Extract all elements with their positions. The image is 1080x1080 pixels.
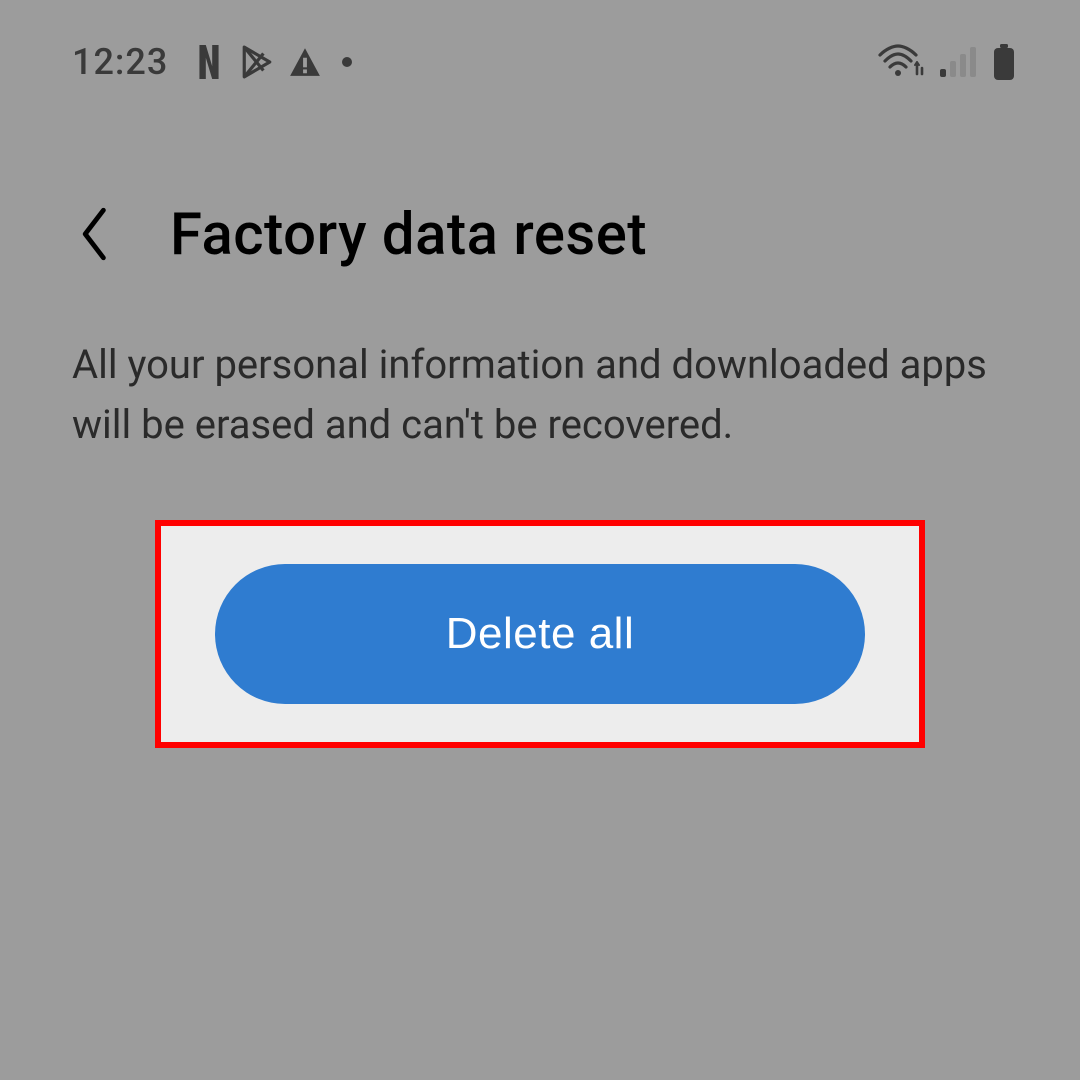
chevron-left-icon — [78, 206, 112, 265]
back-button[interactable] — [70, 200, 120, 270]
netflix-icon — [192, 45, 226, 79]
battery-icon — [992, 44, 1016, 80]
play-store-icon — [240, 45, 274, 79]
wifi-icon — [878, 44, 924, 80]
page-title: Factory data reset — [170, 201, 647, 269]
page-header: Factory data reset — [70, 200, 1010, 270]
more-dot-icon — [342, 57, 352, 67]
delete-all-button[interactable]: Delete all — [215, 564, 865, 704]
delete-all-highlight: Delete all — [155, 520, 925, 748]
reset-warning-text: All your personal information and downlo… — [72, 335, 1008, 455]
status-bar: 12:23 — [0, 38, 1080, 86]
signal-icon — [938, 45, 978, 79]
status-bar-left: 12:23 — [72, 41, 352, 83]
status-bar-right — [878, 44, 1016, 80]
status-clock: 12:23 — [72, 41, 168, 83]
warning-icon — [288, 45, 322, 79]
